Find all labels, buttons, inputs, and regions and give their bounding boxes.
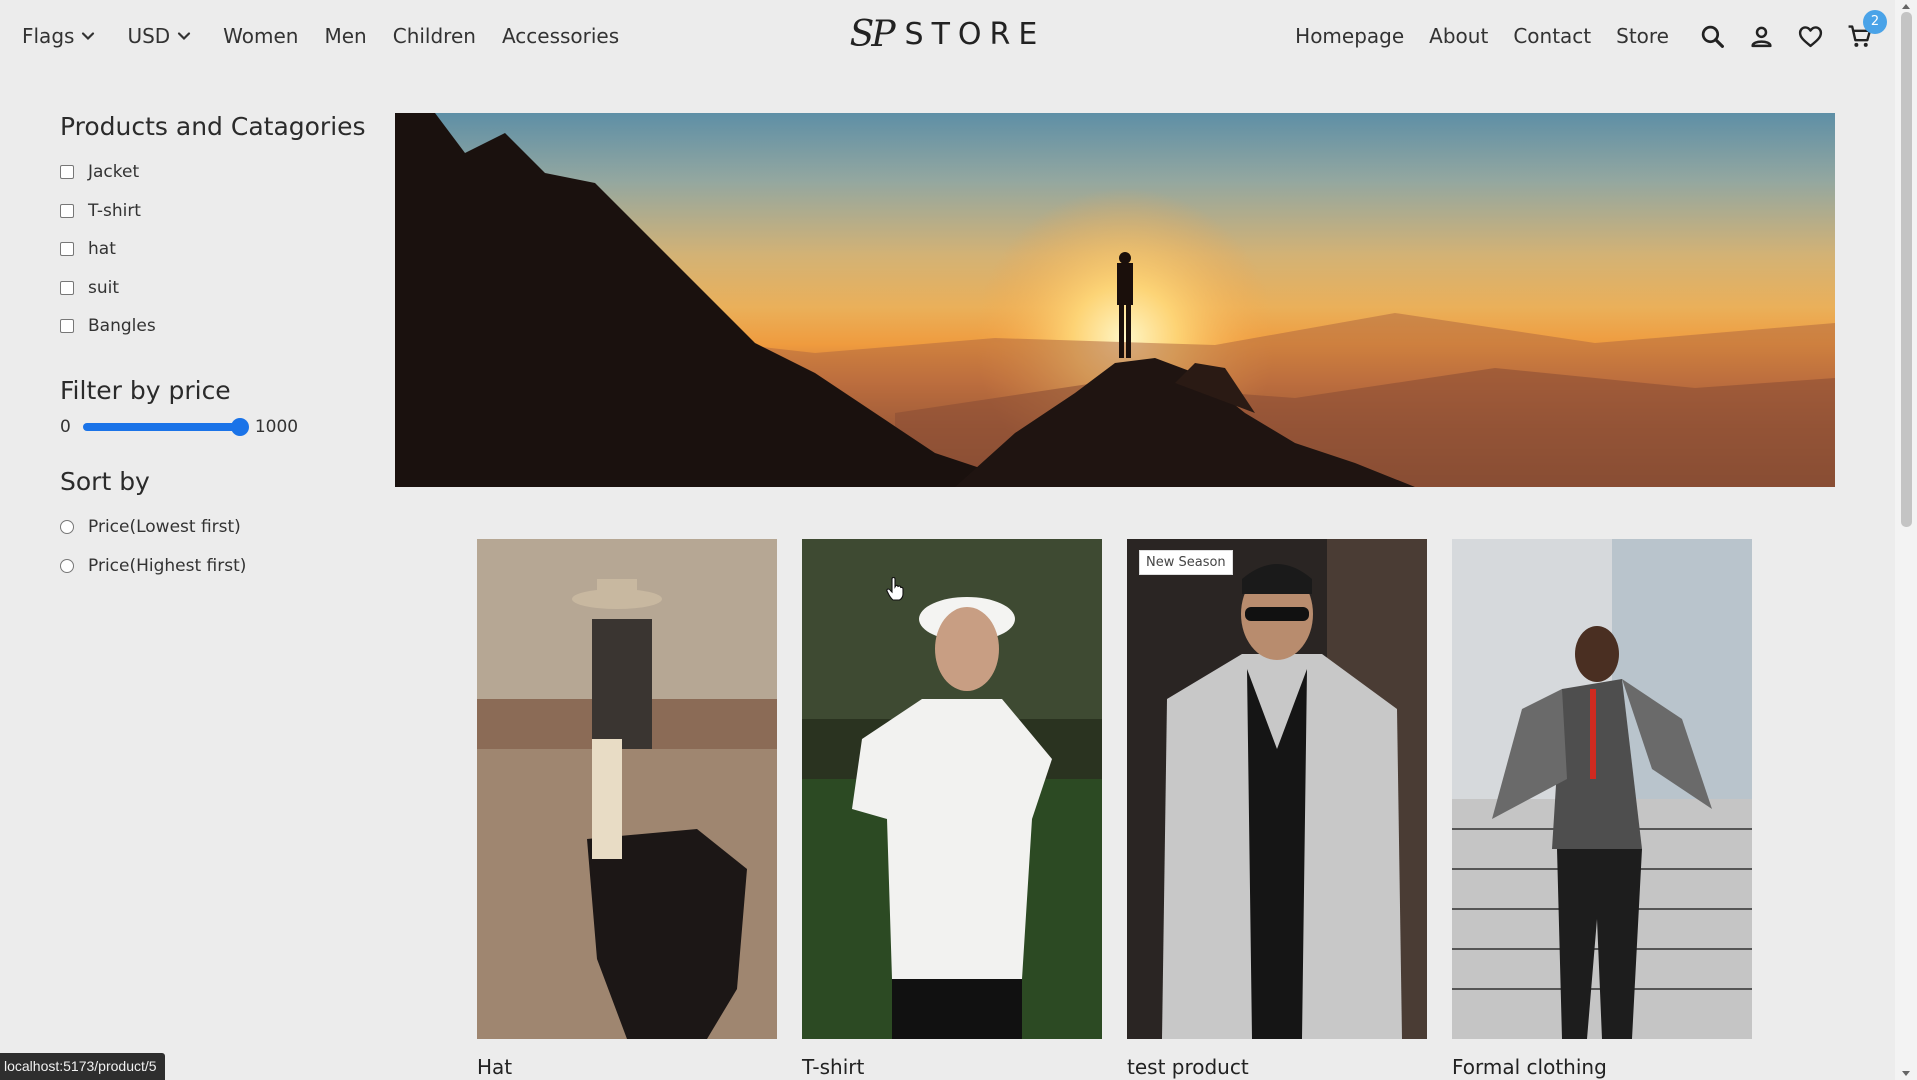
category-bangles[interactable]: Bangles [60, 307, 380, 346]
filter-sidebar: Products and Catagories Jacket T-shirt h… [60, 112, 380, 586]
product-name[interactable]: T-shirt [802, 1055, 1102, 1079]
category-hat[interactable]: hat [60, 230, 380, 269]
nav-children[interactable]: Children [393, 24, 476, 48]
page-scrollbar[interactable] [1895, 0, 1917, 1080]
user-icon [1751, 26, 1772, 47]
flags-label: Flags [22, 24, 75, 48]
checkbox[interactable] [60, 280, 74, 295]
blazer-model-photo [1127, 539, 1427, 1039]
product-name[interactable]: Hat [477, 1055, 777, 1079]
scroll-up-arrow-icon[interactable] [1901, 2, 1911, 10]
product-image[interactable] [802, 539, 1102, 1039]
category-label: suit [88, 277, 120, 298]
logo-text: STORE [904, 17, 1046, 52]
category-label: Bangles [88, 316, 156, 337]
new-season-tag: New Season [1139, 550, 1233, 575]
tshirt-model-photo [802, 539, 1102, 1039]
formal-model-photo [1452, 539, 1752, 1039]
price-filter: 0 1000 [60, 417, 380, 437]
wishlist-button[interactable] [1797, 23, 1824, 50]
nav-store[interactable]: Store [1616, 24, 1669, 48]
scrollbar-thumb[interactable] [1901, 12, 1912, 527]
logo-mark: SP [849, 14, 896, 55]
product-image[interactable]: New Season [1127, 539, 1427, 1039]
browser-status-url: localhost:5173/product/5 [0, 1053, 165, 1080]
account-button[interactable] [1748, 23, 1775, 50]
store-logo[interactable]: SP STORE [850, 14, 1046, 55]
nav-women[interactable]: Women [223, 24, 298, 48]
search-button[interactable] [1699, 23, 1726, 50]
sort-lowest-first[interactable]: Price(Lowest first) [60, 508, 380, 547]
navbar-left: Flags USD Women Men Children Accessories [22, 24, 645, 48]
product-card-tshirt[interactable]: T-shirt [802, 539, 1102, 1079]
category-tshirt[interactable]: T-shirt [60, 192, 380, 231]
nav-men[interactable]: Men [324, 24, 366, 48]
price-filter-title: Filter by price [60, 375, 231, 405]
checkbox[interactable] [60, 242, 74, 257]
sunset-mountain-image [395, 113, 1835, 487]
slider-handle[interactable] [230, 417, 249, 436]
product-card-formal-clothing[interactable]: Formal clothing [1452, 539, 1752, 1079]
navbar-right: Homepage About Contact Store 2 [1270, 9, 1887, 50]
product-image[interactable] [1452, 539, 1752, 1039]
currency-label: USD [127, 24, 171, 48]
hero-banner [395, 113, 1835, 487]
category-jacket[interactable]: Jacket [60, 153, 380, 192]
category-label: hat [88, 239, 116, 260]
chevron-down-icon [178, 32, 191, 41]
categories-title: Products and Catagories [60, 112, 366, 141]
product-name[interactable]: Formal clothing [1452, 1055, 1752, 1079]
category-suit[interactable]: suit [60, 269, 380, 308]
top-navbar: Flags USD Women Men Children Accessories… [0, 0, 1895, 72]
search-icon [1701, 25, 1724, 48]
heart-icon [1798, 25, 1823, 47]
radio-button[interactable] [60, 520, 74, 534]
sort-option-label: Price(Highest first) [88, 556, 247, 576]
chevron-down-icon [82, 32, 95, 41]
category-label: Jacket [88, 162, 140, 183]
price-min-value: 0 [60, 416, 71, 437]
product-card-test-product[interactable]: New Season test product [1127, 539, 1427, 1079]
nav-about[interactable]: About [1429, 24, 1488, 48]
currency-dropdown[interactable]: USD [127, 24, 191, 48]
flags-dropdown[interactable]: Flags [22, 24, 95, 48]
price-max-value: 1000 [254, 416, 299, 437]
scroll-down-arrow-icon[interactable] [1901, 1070, 1911, 1078]
product-image[interactable] [477, 539, 777, 1039]
sort-title: Sort by [60, 466, 150, 496]
cart-button[interactable]: 2 [1846, 9, 1887, 50]
checkbox[interactable] [60, 165, 74, 180]
checkbox[interactable] [60, 319, 74, 334]
nav-accessories[interactable]: Accessories [502, 24, 619, 48]
hand-cursor-icon [886, 577, 904, 601]
sort-option-label: Price(Lowest first) [88, 517, 241, 537]
cart-count-badge: 2 [1863, 9, 1887, 34]
nav-homepage[interactable]: Homepage [1295, 24, 1404, 48]
checkbox[interactable] [60, 203, 74, 218]
cowboy-horse-photo [477, 539, 777, 1039]
product-name[interactable]: test product [1127, 1055, 1427, 1079]
radio-button[interactable] [60, 559, 74, 573]
nav-contact[interactable]: Contact [1513, 24, 1591, 48]
category-label: T-shirt [88, 200, 141, 221]
product-card-hat[interactable]: Hat [477, 539, 777, 1079]
sort-highest-first[interactable]: Price(Highest first) [60, 547, 380, 586]
price-slider[interactable] [82, 417, 249, 436]
